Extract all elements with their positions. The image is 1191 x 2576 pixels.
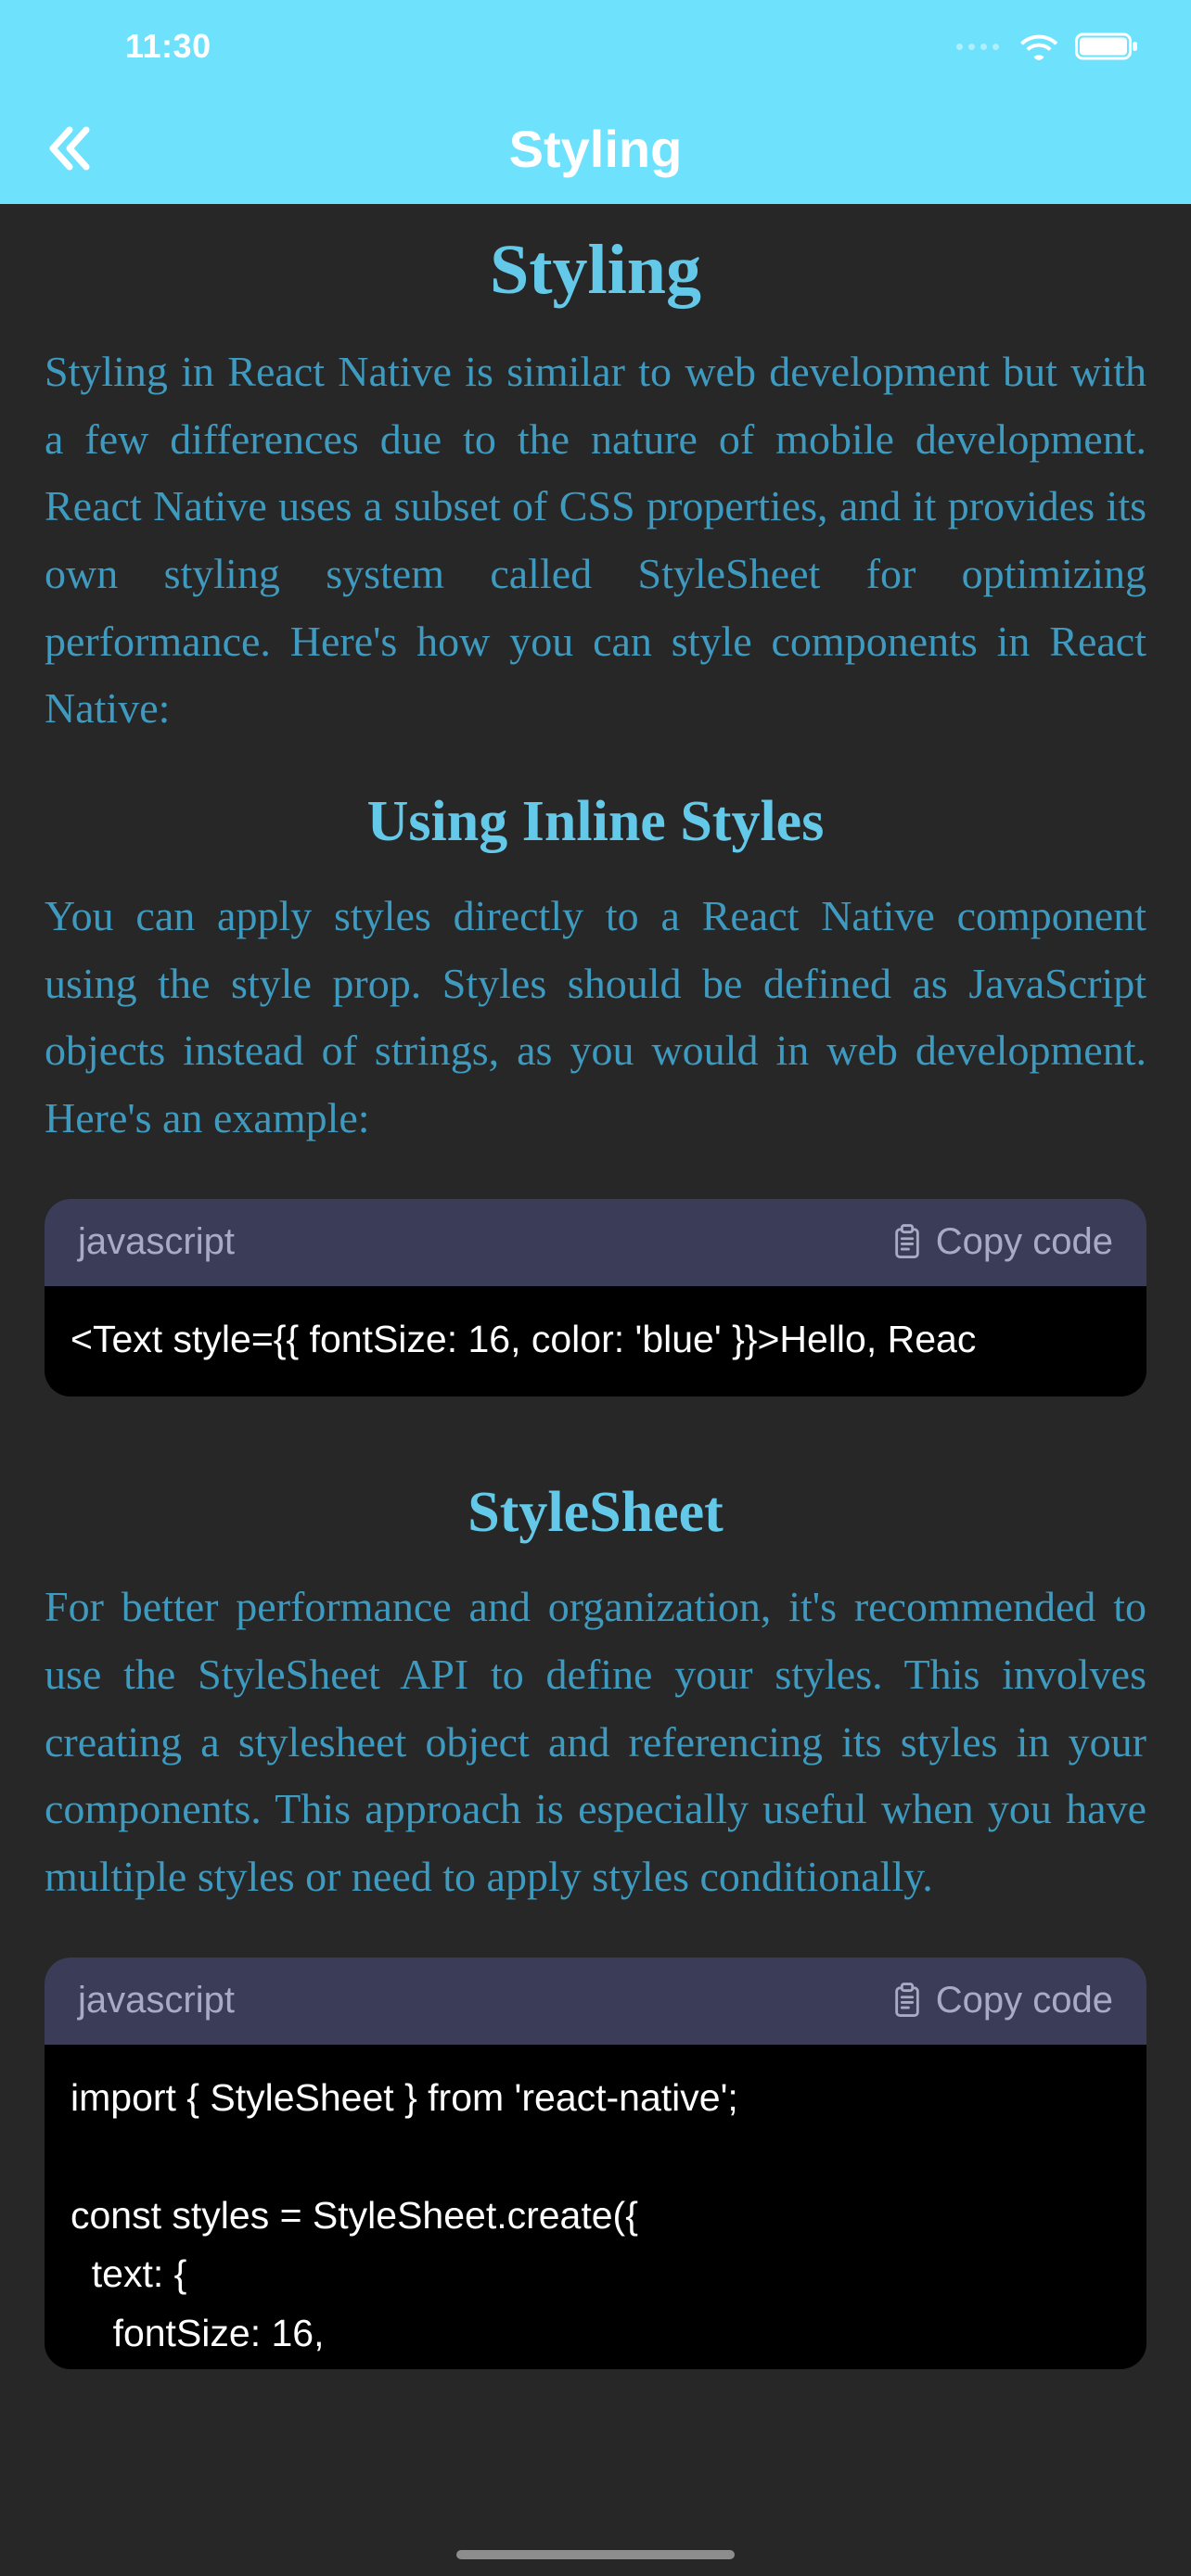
code-content: import { StyleSheet } from 'react-native… bbox=[45, 2045, 1146, 2369]
article-content: Styling Styling in React Native is simil… bbox=[0, 204, 1191, 2369]
code-content: <Text style={{ fontSize: 16, color: 'blu… bbox=[45, 1286, 1146, 1397]
code-language-label: javascript bbox=[78, 1221, 235, 1263]
nav-bar: Styling bbox=[0, 93, 1191, 204]
code-block: javascript Copy code import { StyleSheet… bbox=[45, 1958, 1146, 2369]
code-header: javascript Copy code bbox=[45, 1958, 1146, 2045]
wifi-icon bbox=[1019, 32, 1058, 61]
back-button[interactable] bbox=[37, 116, 102, 181]
copy-code-button[interactable]: Copy code bbox=[891, 1980, 1113, 2021]
copy-code-label: Copy code bbox=[936, 1221, 1113, 1263]
nav-title: Styling bbox=[0, 119, 1191, 179]
intro-paragraph: Styling in React Native is similar to we… bbox=[45, 338, 1146, 743]
chevron-left-double-icon bbox=[44, 122, 96, 174]
section-body: You can apply styles directly to a React… bbox=[45, 883, 1146, 1153]
status-icons bbox=[956, 32, 1140, 61]
copy-code-button[interactable]: Copy code bbox=[891, 1221, 1113, 1263]
section-body: For better performance and organization,… bbox=[45, 1574, 1146, 1910]
code-language-label: javascript bbox=[78, 1980, 235, 2021]
clipboard-icon bbox=[891, 1224, 923, 1261]
section-heading: Using Inline Styles bbox=[45, 789, 1146, 855]
section-heading: StyleSheet bbox=[45, 1480, 1146, 1546]
battery-icon bbox=[1075, 32, 1140, 61]
code-block: javascript Copy code <Text style={{ font… bbox=[45, 1199, 1146, 1397]
copy-code-label: Copy code bbox=[936, 1980, 1113, 2021]
code-header: javascript Copy code bbox=[45, 1199, 1146, 1286]
clipboard-icon bbox=[891, 1983, 923, 2020]
status-bar: 11:30 bbox=[0, 0, 1191, 93]
page-title: Styling bbox=[45, 230, 1146, 311]
home-indicator[interactable] bbox=[456, 2550, 735, 2559]
status-time: 11:30 bbox=[125, 27, 211, 66]
cell-dots-icon bbox=[956, 44, 999, 50]
